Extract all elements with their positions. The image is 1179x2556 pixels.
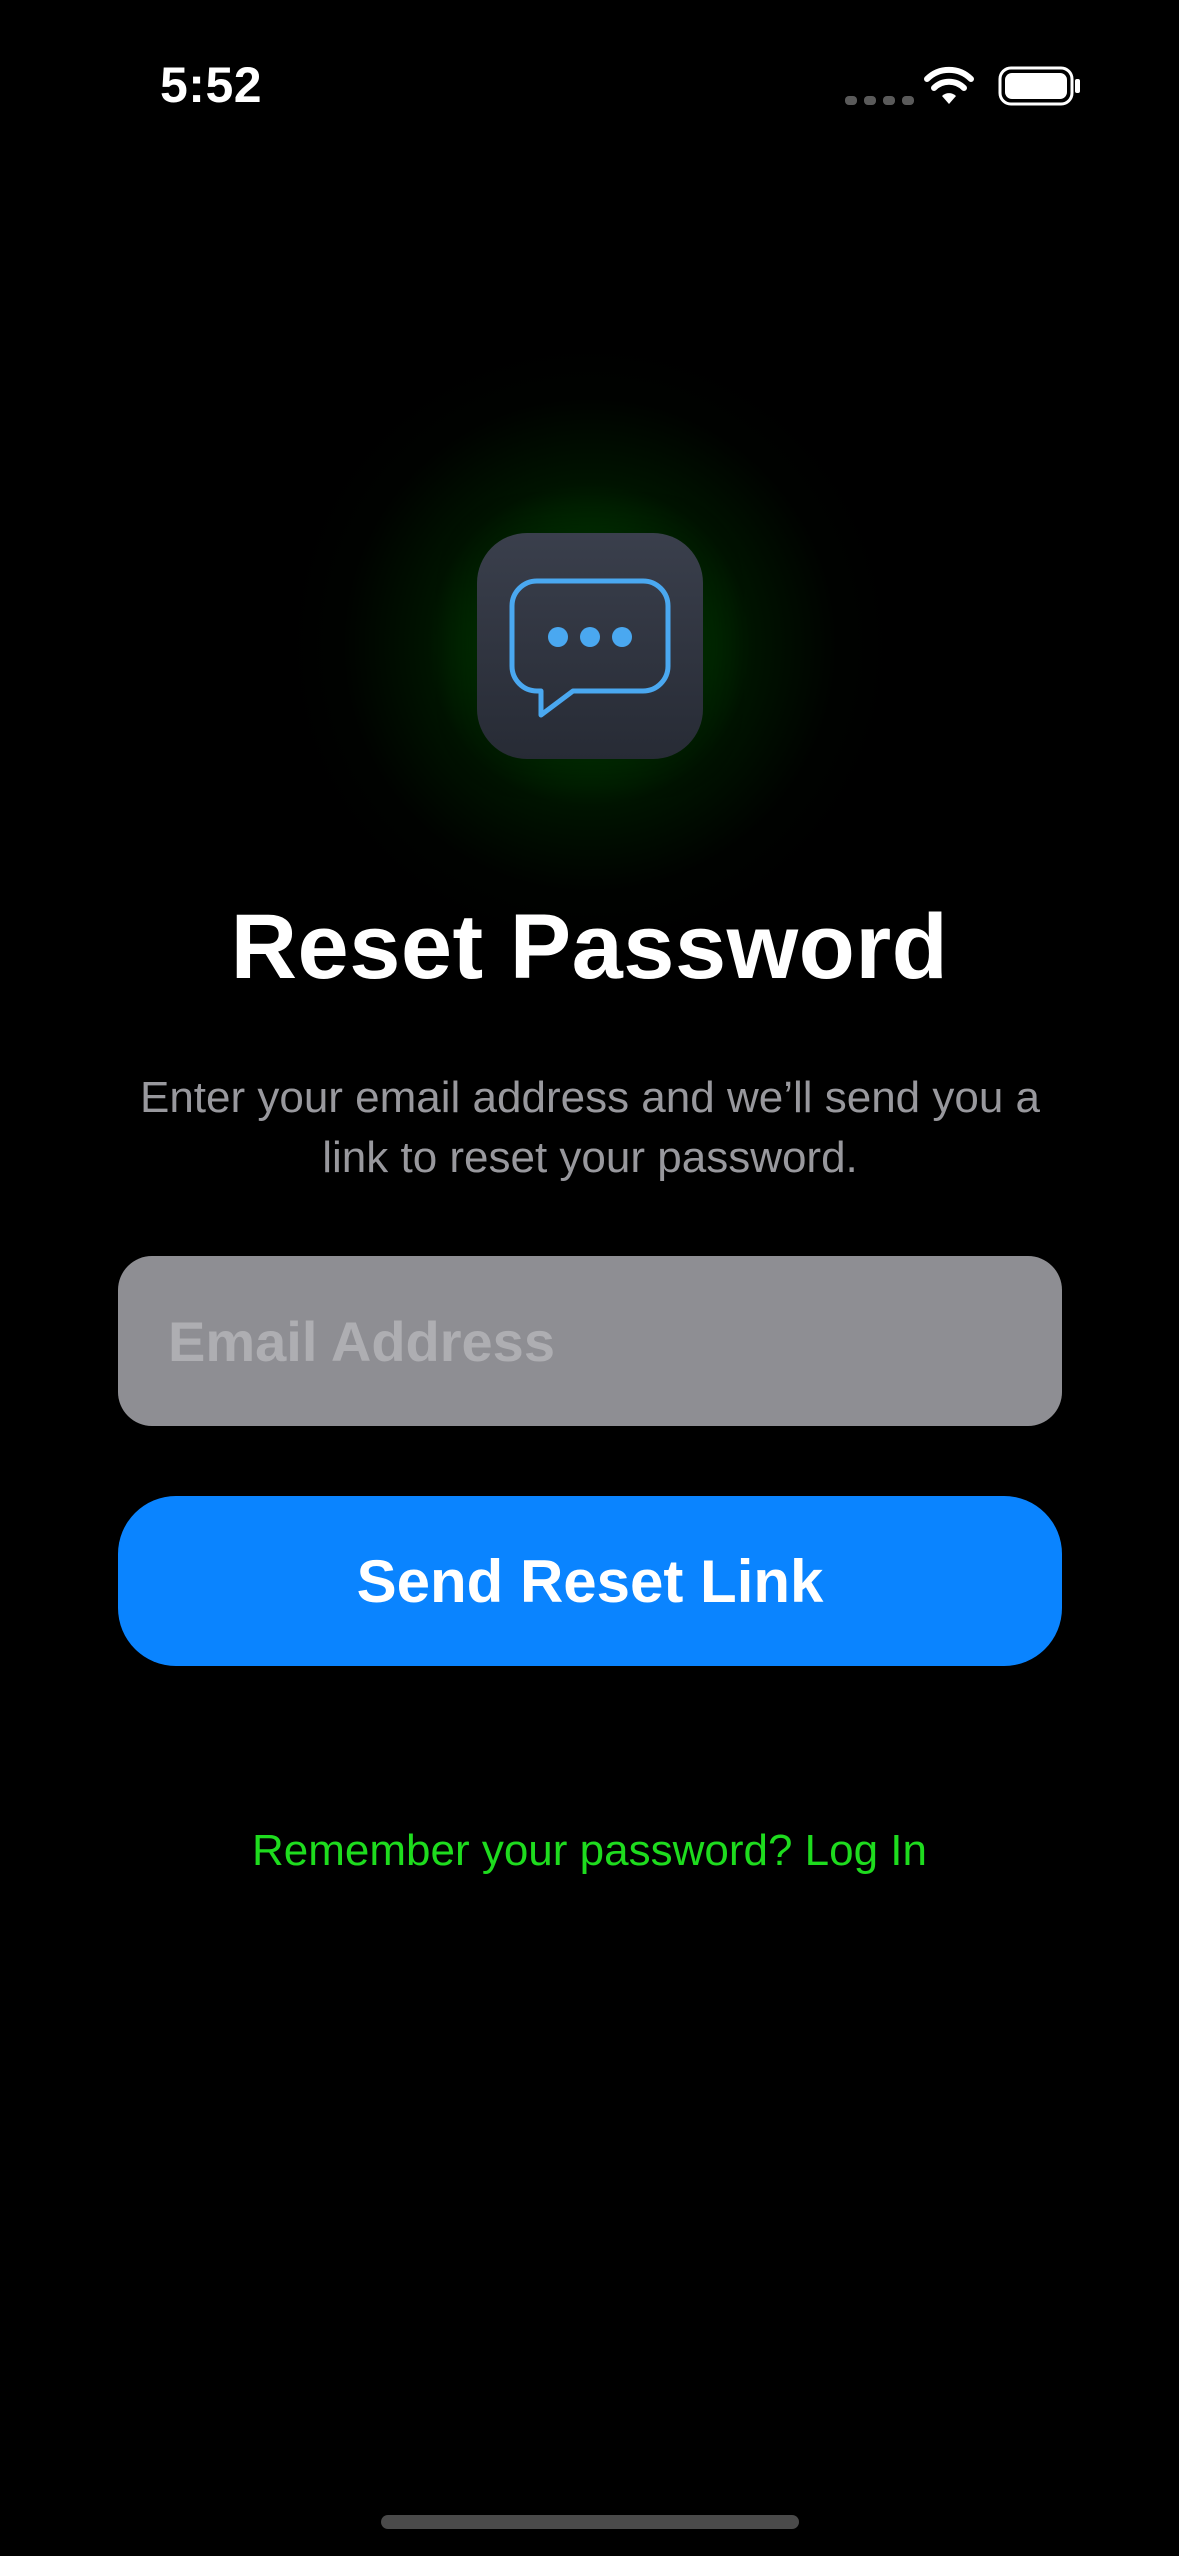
wifi-icon: [924, 66, 974, 104]
page-title: Reset Password: [230, 896, 949, 998]
battery-icon: [998, 66, 1080, 106]
status-time: 5:52: [160, 57, 263, 113]
page-subtitle: Enter your email address and we’ll send …: [139, 1073, 1041, 1182]
email-field[interactable]: [118, 1256, 1062, 1426]
send-reset-link-button[interactable]: Send Reset Link: [118, 1496, 1062, 1666]
login-link[interactable]: Remember your password? Log In: [0, 1826, 1179, 1876]
home-indicator[interactable]: [381, 2515, 799, 2529]
cellular-signal-icon: [845, 96, 914, 105]
app-logo: [477, 533, 703, 759]
chat-bubble-ellipsis-icon: [509, 578, 671, 718]
